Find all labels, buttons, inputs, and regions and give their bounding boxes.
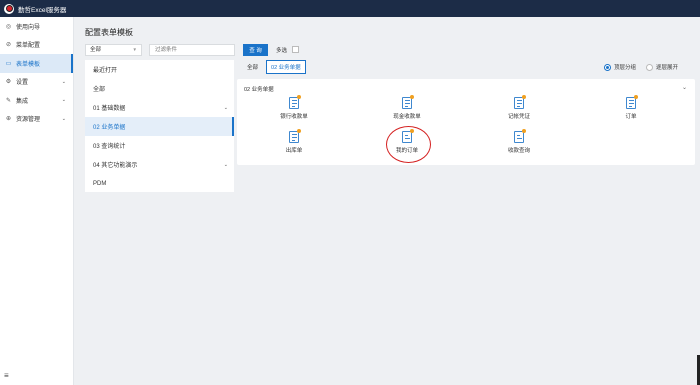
sidebar-item-label: 集成 bbox=[16, 98, 29, 105]
group-title: 02 业务单据 bbox=[244, 87, 274, 93]
compass-icon: ◎ bbox=[5, 23, 12, 30]
query-button[interactable]: 查 询 bbox=[243, 44, 268, 56]
template-label: 现金收款单 bbox=[393, 114, 421, 120]
view-mode-group: 顶层分组 逐层展开 bbox=[603, 63, 688, 71]
view-mode-radio[interactable] bbox=[603, 63, 611, 71]
sidebar-item-label: 资源管理 bbox=[16, 117, 41, 124]
chevron-down-icon: ⌄ bbox=[223, 104, 228, 111]
template-item[interactable]: 现金收款单 bbox=[377, 95, 437, 124]
chevron-down-icon: ⌄ bbox=[223, 161, 228, 168]
category-label: PDM bbox=[93, 180, 107, 187]
category-label: 全部 bbox=[93, 87, 106, 93]
sidebar-item-label: 使用向导 bbox=[16, 24, 41, 31]
category-label: 最近打开 bbox=[93, 68, 118, 74]
category-label: 04 其它功能演示 bbox=[93, 163, 138, 169]
multi-select-label: 多选 bbox=[276, 48, 288, 54]
template-label: 订单 bbox=[625, 114, 637, 120]
category-label: 01 基础数据 bbox=[93, 106, 126, 112]
form-edit-icon bbox=[288, 95, 301, 109]
sidebar-item-2[interactable]: ▭ 表单模板 bbox=[0, 54, 73, 73]
sidebar-item-4[interactable]: ✎ 集成 ⌄ bbox=[0, 91, 73, 110]
form-edit-icon bbox=[401, 95, 414, 109]
sidebar-item-1[interactable]: ⊘ 菜单配置 bbox=[0, 36, 73, 55]
form-edit-icon bbox=[513, 95, 526, 109]
sidebar-item-5[interactable]: ⊕ 资源管理 ⌄ bbox=[0, 110, 73, 129]
template-label: 出库单 bbox=[285, 148, 303, 154]
sidebar-item-label: 表单模板 bbox=[16, 61, 41, 68]
template-label: 收款查询 bbox=[507, 148, 530, 154]
menu-toggle-icon[interactable]: ≡ bbox=[4, 371, 9, 380]
template-item[interactable]: 收款查询 bbox=[489, 129, 549, 158]
category-item[interactable]: 04 其它功能演示 ⌄ bbox=[85, 155, 234, 174]
chevron-down-icon: ▼ bbox=[132, 47, 137, 52]
multi-select-checkbox[interactable] bbox=[292, 46, 299, 53]
category-list: 最近打开全部 01 基础数据 ⌄ 02 业务单据 03 查询统计 04 其它功能演示 ⌄ PD… bbox=[85, 60, 234, 192]
top-bar: 勤哲Excel服务器 bbox=[0, 0, 700, 17]
view-mode-label: 逐层展开 bbox=[655, 65, 678, 71]
category-select-value: 全部 bbox=[90, 47, 102, 53]
category-item[interactable]: 01 基础数据 ⌄ bbox=[85, 98, 234, 117]
template-label: 银行收款单 bbox=[280, 114, 308, 120]
chevron-down-icon: ⌄ bbox=[61, 97, 66, 104]
app-title: 勤哲Excel服务器 bbox=[18, 6, 67, 14]
category-item[interactable]: PDM bbox=[85, 174, 234, 193]
tab-0[interactable]: 全部 bbox=[242, 60, 263, 74]
pen-icon: ✎ bbox=[5, 97, 12, 104]
sidebar-item-0[interactable]: ◎ 使用向导 bbox=[0, 17, 73, 36]
category-label: 03 查询统计 bbox=[93, 144, 126, 150]
app-logo bbox=[4, 3, 14, 14]
category-item[interactable]: 最近打开 bbox=[85, 60, 234, 79]
collapse-chevron-icon[interactable]: ⌄ bbox=[682, 84, 687, 91]
category-item[interactable]: 03 查询统计 bbox=[85, 136, 234, 155]
highlight-ring bbox=[386, 126, 431, 163]
sidebar-item-3[interactable]: ⚙ 设置 ⌄ bbox=[0, 73, 73, 92]
template-item[interactable]: 银行收款单 bbox=[264, 95, 324, 124]
template-item[interactable]: 出库单 bbox=[264, 129, 324, 158]
chevron-down-icon: ⌄ bbox=[61, 115, 66, 122]
query-form-icon bbox=[513, 129, 526, 143]
sidebar-item-label: 设置 bbox=[16, 80, 29, 87]
template-label: 记帐凭证 bbox=[507, 114, 530, 120]
globe-icon: ⊕ bbox=[5, 116, 12, 123]
category-item[interactable]: 02 业务单据 bbox=[85, 117, 234, 136]
view-mode-label: 顶层分组 bbox=[613, 65, 636, 71]
form-edit-icon bbox=[625, 95, 638, 109]
link-icon: ⊘ bbox=[5, 42, 12, 49]
filter-input[interactable] bbox=[149, 44, 235, 56]
tab-1[interactable]: 02 业务单据 bbox=[266, 60, 306, 74]
chevron-down-icon: ⌄ bbox=[61, 78, 66, 85]
form-icon: ▭ bbox=[5, 60, 12, 67]
category-item[interactable]: 全部 bbox=[85, 79, 234, 98]
category-label: 02 业务单据 bbox=[93, 125, 126, 131]
sidebar-item-label: 菜单配置 bbox=[16, 43, 41, 50]
form-edit-icon bbox=[288, 129, 301, 143]
category-select[interactable]: 全部 ▼ bbox=[85, 44, 142, 56]
template-item[interactable]: 订单 bbox=[601, 95, 661, 124]
gear-icon: ⚙ bbox=[5, 79, 12, 86]
view-mode-radio[interactable] bbox=[645, 63, 653, 71]
template-item[interactable]: 记帐凭证 bbox=[489, 95, 549, 124]
sidebar: ◎ 使用向导 ⊘ 菜单配置 ▭ 表单模板 ⚙ 设置 ⌄ ✎ 集成 ⌄ ⊕ 资源管理 ⌄ ≡ bbox=[0, 17, 74, 385]
page-title: 配置表单模板 bbox=[85, 28, 133, 37]
